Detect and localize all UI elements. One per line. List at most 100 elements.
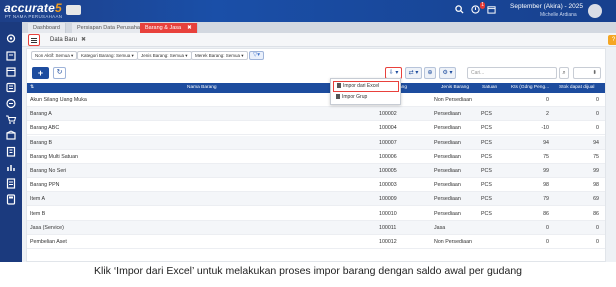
settings-button[interactable]: ⚙ ▾ — [439, 67, 456, 79]
table-row[interactable]: Item A 100009 Persediaan PCS 79 69 — [27, 192, 605, 207]
cell-stock: 0 — [596, 111, 599, 118]
list-view-button[interactable] — [28, 34, 40, 46]
calendar-nav-icon[interactable] — [5, 64, 17, 77]
cell-qty: 94 — [543, 139, 549, 146]
table-row[interactable]: Barang Multi Satuan 100006 Persediaan PCS 75… — [27, 150, 605, 164]
add-button[interactable]: + — [32, 67, 49, 79]
cell-type: Persediaan — [434, 153, 461, 160]
cell-code: 100003 — [379, 182, 397, 189]
left-nav — [0, 22, 22, 262]
table-row[interactable]: Item B 100010 Persediaan PCS 86 86 — [27, 207, 605, 221]
header-sort-icon[interactable]: ⇅ — [30, 83, 34, 93]
company-name: PT NAMA PERUSAHAAN — [5, 14, 63, 19]
search-icon[interactable] — [452, 4, 466, 18]
table-header: ⇅ Nama Barang Kode Barang Jenis Barang S… — [27, 83, 605, 93]
print-button[interactable]: ⊕ — [424, 67, 436, 79]
new-data-tab[interactable]: Data Baru ✖ — [50, 36, 86, 43]
filter-icon[interactable]: ▽▾ — [249, 51, 264, 60]
document-icon[interactable] — [5, 176, 17, 189]
cell-qty: 79 — [543, 196, 549, 203]
cell-name: Barang A — [30, 111, 52, 118]
building-icon[interactable] — [5, 144, 17, 157]
table-row[interactable]: Barang PPN 100003 Persediaan PCS 98 98 — [27, 178, 605, 193]
cell-stock: 0 — [596, 125, 599, 132]
cell-unit: PCS — [481, 196, 492, 203]
cell-type: Persediaan — [434, 182, 461, 189]
cell-unit: PCS — [481, 168, 492, 174]
screenshot: accurate5 PT NAMA PERUSAHAAN 1 September… — [0, 0, 616, 262]
tab-items-services[interactable]: Barang & Jasa ✖ — [140, 23, 198, 33]
sub-header: Data Baru ✖ ? — [22, 33, 616, 47]
filter-non-active[interactable]: Non Aktif: Semua ▾ — [31, 51, 78, 60]
table-row[interactable]: Barang No Seri 100005 Persediaan PCS 99 99 — [27, 164, 605, 178]
header-item-type[interactable]: Jenis Barang — [441, 83, 469, 93]
cell-stock: 0 — [596, 224, 599, 231]
page-selector[interactable]: ⬍ — [573, 67, 601, 79]
table-row[interactable]: Jasa (Service) 100011 Jasa 0 0 — [27, 220, 605, 235]
cart-icon[interactable] — [5, 112, 17, 124]
cell-unit: PCS — [481, 125, 492, 132]
header-qty[interactable]: Kts (Gdng Peng... — [511, 83, 549, 93]
cell-name: Barang No Seri — [30, 168, 67, 174]
cell-code: 100005 — [379, 168, 397, 174]
cell-qty: 0 — [546, 97, 549, 103]
cell-name: Barang PPN — [30, 182, 60, 189]
refresh-button[interactable]: ↻ — [53, 67, 66, 79]
import-dropdown: Impor dari Excel Impor Grup — [330, 78, 401, 105]
filter-item-type[interactable]: Jenis Barang: Semua ▾ — [137, 51, 192, 60]
page-arrows-icon: ⬍ — [592, 70, 597, 76]
cell-code: 100007 — [379, 139, 397, 146]
cell-name: Barang Multi Satuan — [30, 153, 78, 160]
inventory-icon[interactable] — [5, 128, 17, 140]
avatar[interactable] — [588, 4, 602, 18]
table-row[interactable]: Barang A 100002 Persediaan PCS 2 0 — [27, 107, 605, 122]
table-row[interactable]: Barang ABC 100004 Persediaan PCS -10 0 — [27, 121, 605, 136]
cell-code: 100011 — [379, 224, 397, 231]
cell-stock: 75 — [593, 153, 599, 160]
calculator-icon[interactable] — [5, 192, 17, 205]
notification-icon[interactable]: 1 — [468, 2, 485, 18]
sales-icon[interactable] — [5, 96, 17, 109]
header-unit[interactable]: Satuan — [482, 83, 497, 93]
import-from-excel-item[interactable]: Impor dari Excel — [333, 81, 399, 92]
tab-dashboard[interactable]: Dashboard — [28, 23, 66, 33]
cell-qty: 0 — [546, 224, 549, 231]
search-button[interactable]: ⌕ — [559, 67, 569, 79]
close-icon[interactable]: ✖ — [81, 37, 86, 43]
table-row[interactable]: Akun Silang Uang Muka Non Persediaan 0 0 — [27, 93, 605, 107]
company-switch-icon[interactable] — [66, 5, 81, 15]
cell-unit: PCS — [481, 153, 492, 160]
import-group-item[interactable]: Impor Grup — [333, 93, 399, 104]
cell-qty: -10 — [541, 125, 549, 132]
filter-brand[interactable]: Merek Barang: Semua ▾ — [191, 51, 248, 60]
calendar-icon[interactable] — [484, 4, 498, 18]
top-bar: accurate5 PT NAMA PERUSAHAAN 1 September… — [0, 0, 616, 22]
header-stock[interactable]: Stok dapat dijual — [559, 83, 594, 93]
help-button[interactable]: ? — [608, 35, 616, 45]
cell-code: 100012 — [379, 239, 397, 245]
header-item-name[interactable]: Nama Barang — [187, 83, 217, 93]
cell-type: Persediaan — [434, 125, 461, 132]
caption: Klik ‘Impor dari Excel’ untuk melakukan … — [93, 265, 523, 277]
period-label[interactable]: September (Akira) - 2025 — [510, 3, 583, 10]
search-input[interactable]: Cari... — [467, 67, 557, 79]
export-button[interactable]: ⇄ ▾ — [405, 67, 422, 79]
cell-qty: 98 — [543, 182, 549, 189]
cell-type: Persediaan — [434, 196, 461, 203]
company-icon[interactable] — [5, 48, 17, 61]
report-icon[interactable] — [5, 160, 17, 171]
list-icon[interactable] — [5, 80, 17, 93]
brand-name: accurate5 — [4, 1, 62, 15]
file-icon — [336, 94, 340, 99]
user-name: Michelle Ardiana — [540, 12, 577, 18]
cell-name: Jasa (Service) — [30, 224, 64, 231]
cell-stock: 0 — [596, 239, 599, 245]
settings-icon[interactable] — [5, 31, 17, 43]
cell-name: Item B — [30, 210, 46, 217]
tab-close-icon[interactable]: ✖ — [187, 25, 192, 31]
filter-category[interactable]: Kategori Barang: Semua ▾ — [77, 51, 138, 60]
cell-type: Persediaan — [434, 139, 461, 146]
table-row[interactable]: Barang B 100007 Persediaan PCS 94 94 — [27, 135, 605, 150]
cell-unit: PCS — [481, 182, 492, 189]
table-row[interactable]: Pembelian Aset 100012 Non Persediaan 0 0 — [27, 235, 605, 249]
